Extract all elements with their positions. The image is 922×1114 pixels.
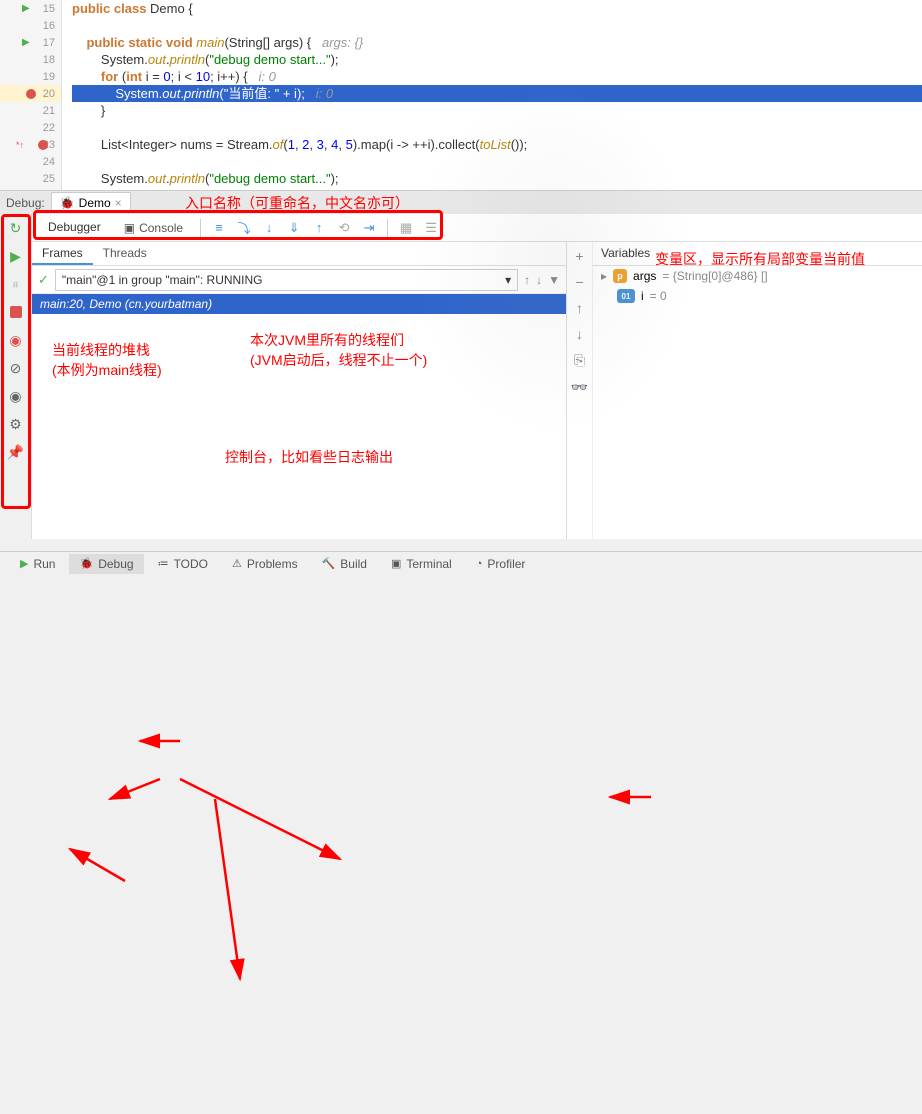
code-line[interactable]: public static void main(String[] args) {… [72, 34, 922, 51]
bottom-tab-terminal[interactable]: ▣Terminal [381, 554, 462, 574]
chevron-down-icon: ▾ [505, 273, 511, 287]
lambda-bp-icon[interactable]: *↑ [16, 140, 24, 150]
bug-icon: 🐞 [79, 557, 93, 570]
build-icon: 🔨 [322, 557, 336, 570]
bottom-tab-profiler[interactable]: ◔Profiler [466, 554, 536, 574]
profiler-icon: ◔ [476, 558, 483, 570]
copy-button[interactable]: ⎘ [574, 352, 585, 369]
bottom-tab-debug[interactable]: 🐞Debug [69, 554, 143, 574]
code-line[interactable]: System.out.println("debug demo start..."… [72, 170, 922, 187]
var-name: i [641, 289, 644, 303]
annotation-box-toolbar [33, 210, 443, 240]
remove-watch-button[interactable]: − [575, 274, 583, 290]
bottom-tab-run[interactable]: ▶Run [10, 554, 65, 574]
code-line[interactable] [72, 17, 922, 34]
breakpoint-icon[interactable] [38, 140, 48, 150]
code-editor: ▶15 16 ▶17 18 19 20 21 22 *↑23 24 25 pub… [0, 0, 922, 190]
next-frame-icon[interactable]: ↓ [536, 273, 542, 287]
annotation-arrows [0, 539, 922, 1114]
problems-icon: ⚠ [232, 557, 242, 570]
run-gutter-icon[interactable]: ▶ [22, 3, 30, 14]
close-tab-icon[interactable]: × [115, 196, 122, 210]
subtab-frames[interactable]: Frames [32, 242, 93, 265]
vars-toolbar: + − ↑ ↓ ⎘ 👓 [567, 242, 593, 539]
bottom-tab-problems[interactable]: ⚠Problems [222, 554, 308, 574]
variables-header: Variables [593, 242, 922, 266]
var-value: {String[0]@486} [] [673, 269, 768, 283]
thread-selector-row: ✓ "main"@1 in group "main": RUNNING ▾ ↑ … [32, 266, 566, 294]
todo-icon: ≔ [158, 557, 169, 570]
annotation-box-left-toolbar [1, 214, 31, 509]
debug-label: Debug: [6, 196, 45, 210]
subtab-threads[interactable]: Threads [93, 242, 157, 265]
code-line[interactable]: public class Demo { [72, 0, 922, 17]
check-icon: ✓ [38, 272, 49, 288]
up-button[interactable]: ↑ [576, 300, 583, 316]
bottom-tool-bar: ▶Run 🐞Debug ≔TODO ⚠Problems 🔨Build ▣Term… [0, 551, 922, 575]
gutter-line[interactable]: 22 [0, 119, 61, 136]
gutter: ▶15 16 ▶17 18 19 20 21 22 *↑23 24 25 [0, 0, 62, 190]
code-line[interactable] [72, 153, 922, 170]
bug-icon: 🐞 [60, 196, 75, 210]
bottom-tab-todo[interactable]: ≔TODO [148, 554, 218, 574]
gutter-line[interactable]: 21 [0, 102, 61, 119]
primitive-badge-icon: 01 [617, 289, 635, 303]
glasses-icon[interactable]: 👓 [571, 379, 588, 396]
gutter-line[interactable]: 24 [0, 153, 61, 170]
code-line-current[interactable]: System.out.println("当前值: " + i); i: 0 [72, 85, 922, 102]
variables-panel: + − ↑ ↓ ⎘ 👓 Variables ▸ p args = {String… [567, 242, 922, 539]
code-line[interactable]: List<Integer> nums = Stream.of(1, 2, 3, … [72, 136, 922, 153]
down-button[interactable]: ↓ [576, 326, 583, 342]
frames-panel: Frames Threads ✓ "main"@1 in group "main… [32, 242, 567, 539]
filter-icon[interactable]: ▼ [548, 273, 560, 287]
prev-frame-icon[interactable]: ↑ [524, 273, 530, 287]
gutter-line[interactable]: 20 [0, 85, 61, 102]
code-line[interactable]: } [72, 102, 922, 119]
code-body[interactable]: public class Demo { public static void m… [62, 0, 922, 190]
gutter-line[interactable]: 18 [0, 51, 61, 68]
gutter-line[interactable]: ▶15 [0, 0, 61, 17]
code-line[interactable]: for (int i = 0; i < 10; i++) { i: 0 [72, 68, 922, 85]
variable-row[interactable]: 01 i = 0 [593, 286, 922, 306]
thread-name: "main"@1 in group "main": RUNNING [62, 273, 263, 287]
code-line[interactable] [72, 119, 922, 136]
code-line[interactable]: System.out.println("debug demo start..."… [72, 51, 922, 68]
stack-frame-row[interactable]: main:20, Demo (cn.yourbatman) [32, 294, 566, 314]
terminal-icon: ▣ [391, 557, 401, 570]
param-badge-icon: p [613, 269, 627, 283]
thread-combo[interactable]: "main"@1 in group "main": RUNNING ▾ [55, 269, 518, 291]
breakpoint-icon[interactable] [26, 89, 36, 99]
debug-panel: ↻ ▶ ⏸ ◉ ⊘ ◉ ⚙ 📌 Debugger ▣Console ≡ ⤵ ↓ … [0, 214, 922, 539]
run-config-name: Demo [79, 196, 111, 210]
variable-row[interactable]: ▸ p args = {String[0]@486} [] [593, 266, 922, 286]
gutter-line[interactable]: 16 [0, 17, 61, 34]
run-icon: ▶ [20, 557, 28, 570]
run-gutter-icon[interactable]: ▶ [22, 37, 30, 48]
expand-icon[interactable]: ▸ [601, 269, 607, 283]
gutter-line[interactable]: *↑23 [0, 136, 61, 153]
gutter-line[interactable]: 19 [0, 68, 61, 85]
var-value: 0 [660, 289, 667, 303]
add-watch-button[interactable]: + [575, 248, 583, 264]
gutter-line[interactable]: ▶17 [0, 34, 61, 51]
bottom-tab-build[interactable]: 🔨Build [312, 554, 377, 574]
gutter-line[interactable]: 25 [0, 170, 61, 187]
var-name: args [633, 269, 656, 283]
